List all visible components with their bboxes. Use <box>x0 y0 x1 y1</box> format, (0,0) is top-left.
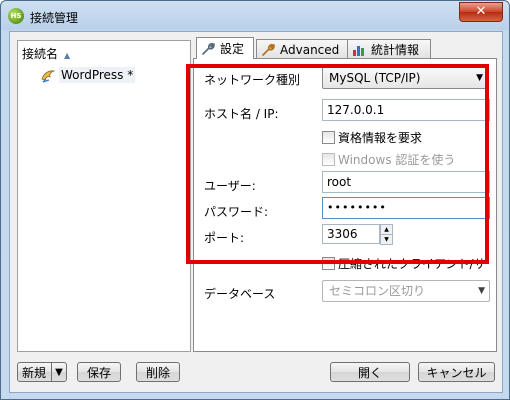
tab-label: 統計情報 <box>371 43 420 57</box>
checkbox-label: Windows 認証を使う <box>338 153 456 167</box>
new-button[interactable]: 新規 ▼ <box>17 362 67 382</box>
close-button[interactable]: ✕ <box>459 2 503 22</box>
title-bar[interactable]: HS 接続管理 ✕ <box>1 1 509 31</box>
tab-settings[interactable]: 設定 <box>196 37 254 59</box>
column-header-label: 接続名 <box>22 47 59 61</box>
checkbox-box <box>322 257 335 270</box>
dolphin-connection-icon <box>40 67 56 83</box>
checkbox-label: 圧縮されたクライアント/サ <box>338 257 486 271</box>
session-list[interactable]: 接続名 ▲ WordPress * <box>17 40 191 352</box>
tab-label: 設定 <box>220 42 245 56</box>
wrench-icon <box>260 43 276 57</box>
password-label: パスワード: <box>204 205 269 219</box>
host-label: ホスト名 / IP: <box>204 107 279 121</box>
open-button[interactable]: 開く <box>330 362 410 382</box>
database-label: データベース <box>204 287 276 301</box>
network-type-label: ネットワーク種別 <box>204 73 301 87</box>
user-input[interactable]: root <box>322 171 490 193</box>
cancel-button[interactable]: キャンセル <box>418 362 495 382</box>
require-credentials-checkbox[interactable]: 資格情報を要求 <box>322 129 422 146</box>
tab-label: Advanced <box>280 42 340 57</box>
chevron-down-icon: ▼ <box>476 73 483 83</box>
list-item[interactable]: WordPress * <box>40 66 136 84</box>
port-input[interactable]: 3306 <box>322 224 380 244</box>
connection-manager-window: HS 接続管理 ✕ 接続名 ▲ WordPress * 新規 ▼ 保存 削除 設… <box>0 0 510 400</box>
tab-statistics[interactable]: 統計情報 <box>347 39 431 59</box>
chevron-down-icon: ▼ <box>478 286 485 296</box>
user-label: ユーザー: <box>204 179 256 193</box>
network-type-select[interactable]: MySQL (TCP/IP) ▼ <box>322 67 488 89</box>
dialog-client-area: 接続名 ▲ WordPress * 新規 ▼ 保存 削除 設定 Advanced… <box>9 31 503 393</box>
network-type-value: MySQL (TCP/IP) <box>329 71 421 85</box>
app-icon: HS <box>8 8 24 24</box>
dropdown-arrow-icon[interactable]: ▼ <box>51 363 66 381</box>
database-select[interactable]: セミコロン区切り ▼ <box>322 280 490 302</box>
delete-button[interactable]: 削除 <box>136 362 180 382</box>
host-input[interactable]: 127.0.0.1 <box>322 99 490 121</box>
checkbox-box <box>322 131 335 144</box>
password-input[interactable]: •••••••• <box>322 197 490 219</box>
connection-label: WordPress * <box>59 67 136 83</box>
window-title: 接続管理 <box>30 11 79 25</box>
column-header-name[interactable]: 接続名 ▲ <box>22 45 70 62</box>
compression-checkbox[interactable]: 圧縮されたクライアント/サ <box>322 255 490 272</box>
windows-auth-checkbox[interactable]: Windows 認証を使う <box>322 151 455 168</box>
port-label: ポート: <box>204 231 245 245</box>
settings-pane: ネットワーク種別 MySQL (TCP/IP) ▼ ホスト名 / IP: 127… <box>193 58 497 352</box>
spin-down-button[interactable]: ▼ <box>380 234 393 245</box>
chart-icon <box>351 43 367 57</box>
tab-advanced[interactable]: Advanced <box>256 39 348 59</box>
wrench-icon <box>200 42 216 56</box>
checkbox-label: 資格情報を要求 <box>338 131 423 145</box>
sort-ascending-icon: ▲ <box>64 51 71 60</box>
checkbox-box <box>322 153 335 166</box>
database-value: セミコロン区切り <box>329 284 426 298</box>
new-button-label: 新規 <box>22 365 47 380</box>
save-button[interactable]: 保存 <box>77 362 121 382</box>
